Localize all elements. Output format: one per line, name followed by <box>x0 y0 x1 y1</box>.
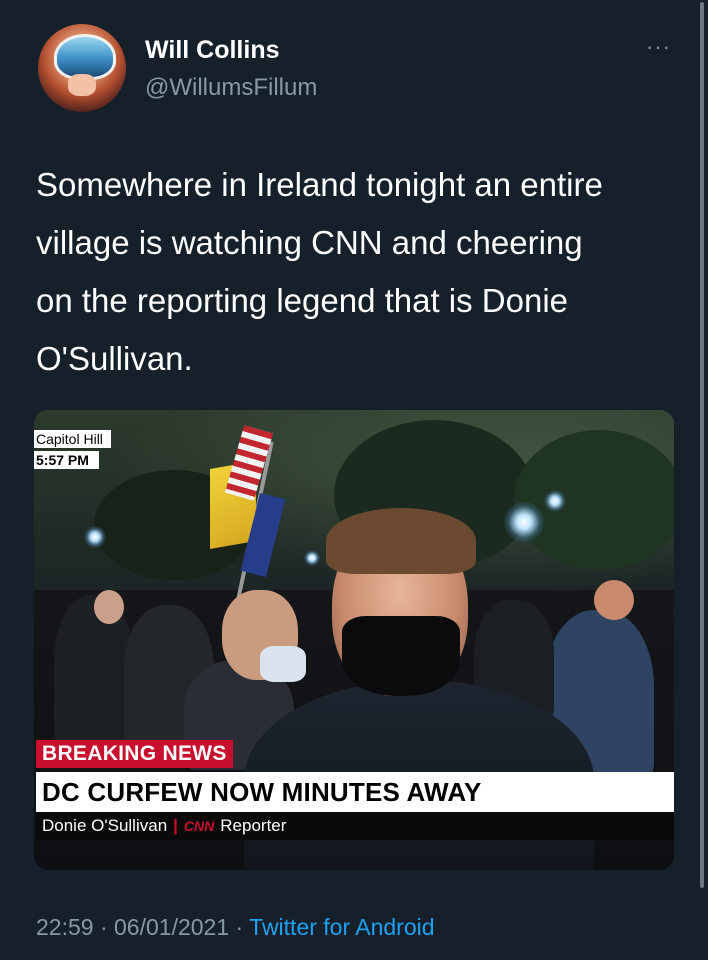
street-light <box>544 490 566 512</box>
tweet-date[interactable]: 06/01/2021 <box>114 914 229 940</box>
cnn-logo-icon: CNN <box>183 818 215 834</box>
location-tag: Capitol Hill <box>34 430 111 448</box>
tweet-page: Will Collins @WillumsFillum ··· Somewher… <box>0 0 708 960</box>
avatar-face <box>68 74 96 96</box>
news-headline: DC CURFEW NOW MINUTES AWAY <box>36 772 674 812</box>
tweet-text: Somewhere in Ireland tonight an entire v… <box>36 156 676 388</box>
crowd-person <box>54 595 134 745</box>
author-handle[interactable]: @WillumsFillum <box>145 74 317 102</box>
tweet-line: Somewhere in Ireland tonight an entire <box>36 166 603 203</box>
reporter-hair <box>326 508 476 574</box>
time-tag: 5:57 PM <box>34 451 99 469</box>
crowd-head <box>94 590 124 624</box>
tweet-line: village is watching CNN and cheering <box>36 224 583 261</box>
meta-separator: · <box>229 914 250 940</box>
tweet-line: O'Sullivan. <box>36 340 193 377</box>
reporter-name: Donie O'Sullivan <box>42 816 168 835</box>
street-light <box>84 526 106 548</box>
breaking-news-banner: BREAKING NEWS <box>36 740 233 768</box>
author-name[interactable]: Will Collins <box>145 36 280 65</box>
street-light <box>304 550 320 566</box>
reporter-mask <box>342 616 460 696</box>
street-light <box>504 502 544 542</box>
lower-third-separator: | <box>173 816 178 835</box>
scrollbar[interactable] <box>700 2 704 888</box>
tweet-media-image[interactable]: Capitol Hill 5:57 PM BREAKING NEWS DC CU… <box>34 410 674 870</box>
tweet-meta: 22:59 · 06/01/2021 · Twitter for Android <box>36 914 435 941</box>
masked-bystander-mask <box>260 646 306 682</box>
crowd-head <box>594 580 634 620</box>
tweet-source-link[interactable]: Twitter for Android <box>249 914 434 940</box>
tweet-line: on the reporting legend that is Donie <box>36 282 569 319</box>
avatar[interactable] <box>38 24 126 112</box>
reporter-role: Reporter <box>220 816 287 835</box>
more-horizontal-icon[interactable]: ··· <box>646 34 671 60</box>
tree-silhouette <box>514 430 674 570</box>
meta-separator: · <box>93 914 115 940</box>
tweet-time[interactable]: 22:59 <box>36 914 94 940</box>
lower-third: Donie O'Sullivan | CNN Reporter <box>36 812 674 840</box>
